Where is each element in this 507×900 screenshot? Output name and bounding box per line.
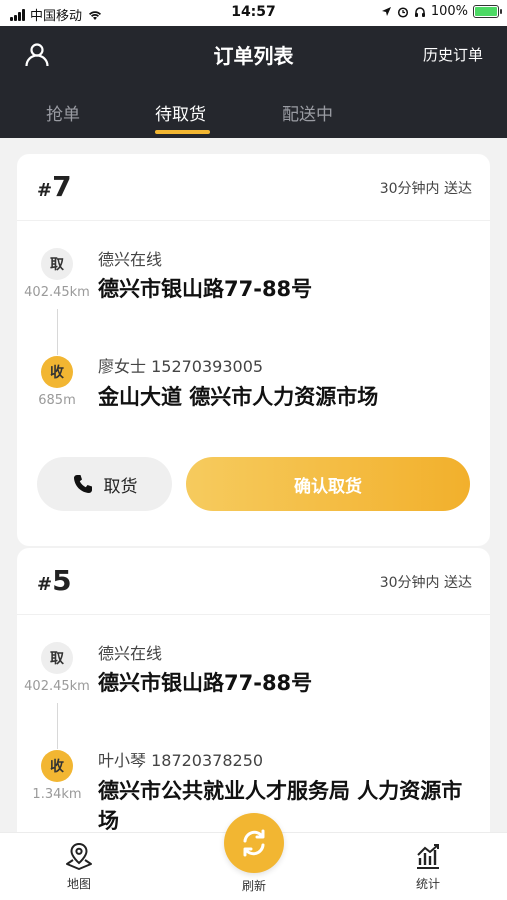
route-line: [57, 309, 58, 355]
dropoff-badge: 收: [41, 356, 73, 388]
order-tabs: 抢单 待取货 配送中: [0, 96, 507, 138]
order-card[interactable]: #7 30分钟内 送达 取 402.45km 德兴在线 德兴市银山路77-88号…: [17, 154, 490, 546]
map-pin-icon: [66, 842, 92, 870]
location-icon: [381, 7, 391, 16]
pickup-distance: 402.45km: [24, 679, 90, 694]
pickup-store-name: 德兴在线: [98, 250, 163, 269]
call-button-label: 取货: [103, 476, 138, 497]
history-orders-link[interactable]: 历史订单: [423, 44, 483, 65]
order-card-header: #7 30分钟内 送达: [17, 154, 490, 221]
nav-stats[interactable]: 统计: [388, 841, 468, 892]
pickup-store-name: 德兴在线: [98, 644, 163, 663]
dropoff-address: 德兴市公共就业人才服务局 人力资源市场: [98, 779, 463, 832]
dropoff-distance: 1.34km: [32, 787, 82, 802]
route-line: [57, 703, 58, 749]
nav-refresh-label-wrap: 刷新: [214, 873, 294, 894]
status-right: 100%: [381, 4, 502, 19]
delivery-eta: 30分钟内 送达: [379, 181, 472, 197]
customer-name-phone: 廖女士 15270393005: [98, 357, 264, 376]
status-bar: 中国移动 14:57 100%: [0, 0, 507, 26]
order-number: #5: [37, 564, 72, 597]
pickup-address: 德兴市银山路77-88号: [98, 277, 313, 301]
tab-awaiting-pickup[interactable]: 待取货: [155, 100, 206, 125]
confirm-pickup-button[interactable]: 确认取货: [186, 457, 470, 511]
dropoff-distance: 685m: [38, 393, 76, 408]
nav-map[interactable]: 地图: [39, 841, 119, 892]
app-header: 订单列表 历史订单 抢单 待取货 配送中: [0, 26, 507, 138]
pickup-address: 德兴市银山路77-88号: [98, 671, 313, 695]
refresh-icon: [243, 829, 265, 857]
alarm-icon: [397, 6, 408, 18]
battery-level: [475, 7, 497, 16]
order-hash: #: [37, 180, 53, 201]
tab-grab-orders[interactable]: 抢单: [46, 100, 80, 125]
pickup-badge: 取: [41, 248, 73, 280]
pickup-distance: 402.45km: [24, 285, 90, 300]
order-route: 取 402.45km 德兴在线 德兴市银山路77-88号 收 1.34km 叶小…: [17, 615, 490, 832]
nav-stats-label: 统计: [415, 877, 440, 891]
order-hash: #: [37, 574, 53, 595]
order-list: #7 30分钟内 送达 取 402.45km 德兴在线 德兴市银山路77-88号…: [0, 138, 507, 832]
stats-chart-icon: [417, 844, 439, 869]
dropoff-badge: 收: [41, 750, 73, 782]
nav-refresh-label: 刷新: [241, 879, 266, 893]
nav-map-label: 地图: [66, 877, 91, 891]
dropoff-address: 金山大道 德兴市人力资源市场: [98, 385, 379, 409]
order-card[interactable]: #5 30分钟内 送达 取 402.45km 德兴在线 德兴市银山路77-88号…: [17, 548, 490, 832]
battery-percent: 100%: [430, 4, 468, 19]
tab-delivering[interactable]: 配送中: [282, 100, 333, 125]
order-route: 取 402.45km 德兴在线 德兴市银山路77-88号 收 685m 廖女士 …: [17, 221, 490, 451]
pickup-badge: 取: [41, 642, 73, 674]
phone-icon: [73, 475, 92, 493]
user-icon[interactable]: [24, 42, 50, 68]
order-actions: 取货 确认取货: [17, 451, 490, 546]
order-number: #7: [37, 170, 72, 203]
headphones-icon: [414, 6, 425, 17]
delivery-eta: 30分钟内 送达: [379, 575, 472, 591]
refresh-button[interactable]: [224, 813, 284, 873]
active-tab-indicator: [155, 130, 210, 134]
order-number-value: 7: [52, 170, 72, 203]
order-card-header: #5 30分钟内 送达: [17, 548, 490, 615]
battery-icon: [473, 5, 502, 18]
customer-name-phone: 叶小琴 18720378250: [98, 751, 264, 770]
order-number-value: 5: [52, 564, 72, 597]
call-pickup-button[interactable]: 取货: [37, 457, 172, 511]
